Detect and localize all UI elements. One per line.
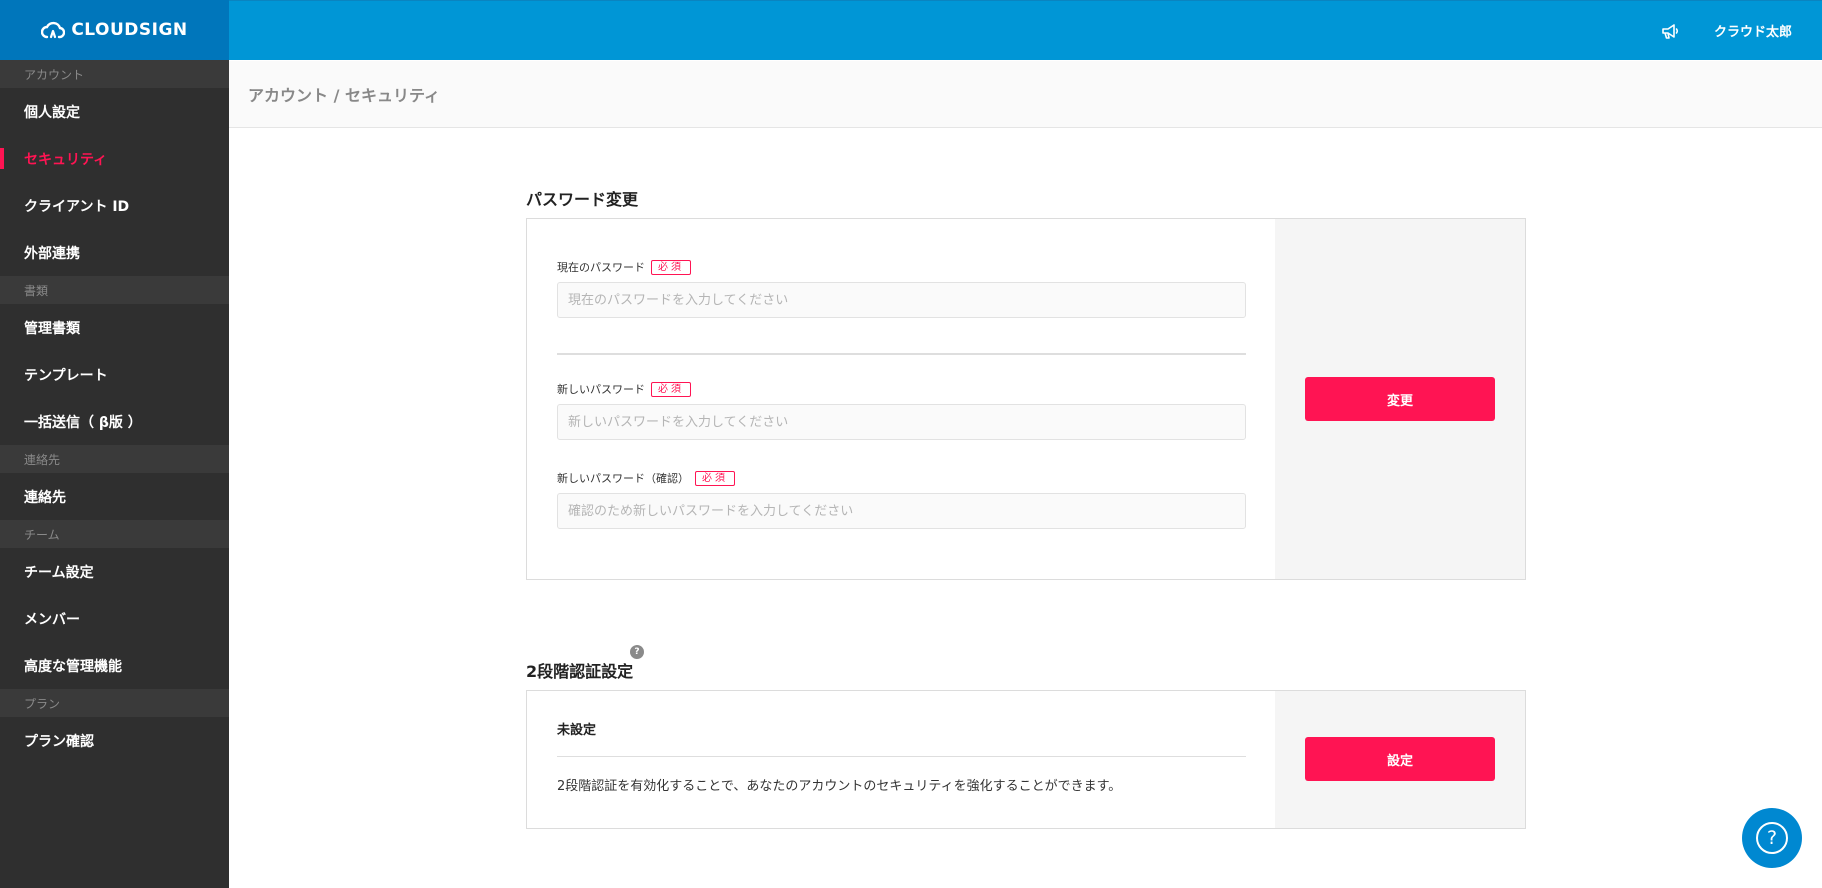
new-password-input[interactable] — [557, 404, 1246, 440]
breadcrumb-bar: アカウント / セキュリティ — [229, 61, 1822, 128]
help-chat-button[interactable]: ? — [1742, 808, 1802, 868]
sidebar-section-contacts: 連絡先 連絡先 — [0, 445, 229, 520]
sidebar-item-personal-settings[interactable]: 個人設定 — [0, 88, 229, 135]
logo[interactable]: CLOUDSIGN — [0, 0, 229, 60]
two-factor-action-panel: 設定 — [1275, 691, 1525, 828]
two-factor-status: 未設定 — [557, 723, 597, 738]
two-factor-description: 2段階認証を有効化することで、あなたのアカウントのセキュリティを強化することがで… — [557, 779, 1122, 794]
sidebar-item-security[interactable]: セキュリティ — [0, 135, 229, 182]
new-password-label-text: 新しいパスワード — [557, 383, 645, 396]
current-password-label: 現在のパスワード 必須 — [557, 259, 691, 275]
section-header-team: チーム — [0, 520, 229, 548]
section-header-plan: プラン — [0, 689, 229, 717]
question-mark-icon: ? — [1756, 822, 1788, 854]
sidebar-item-plan-check[interactable]: プラン確認 — [0, 717, 229, 764]
sidebar-section-team: チーム チーム設定 メンバー 高度な管理機能 — [0, 520, 229, 689]
password-change-card: 現在のパスワード 必須 新しいパスワード 必須 新しいパスワード（確認） 必須 … — [526, 218, 1526, 580]
confirm-password-input[interactable] — [557, 493, 1246, 529]
password-change-title: パスワード変更 — [526, 190, 639, 209]
section-header-contacts: 連絡先 — [0, 445, 229, 473]
current-password-label-text: 現在のパスワード — [557, 261, 645, 274]
top-bar: クラウド太郎 — [229, 0, 1822, 60]
required-badge: 必須 — [651, 259, 691, 275]
section-header-account: アカウント — [0, 60, 229, 88]
sidebar: CLOUDSIGN アカウント 個人設定 セキュリティ クライアント ID 外部… — [0, 0, 229, 888]
user-menu[interactable]: クラウド太郎 — [1714, 21, 1792, 40]
sidebar-item-bulk-send[interactable]: 一括送信（ β版 ） — [0, 398, 229, 445]
two-factor-card: 未設定 2段階認証を有効化することで、あなたのアカウントのセキュリティを強化する… — [526, 690, 1526, 829]
sidebar-item-members[interactable]: メンバー — [0, 595, 229, 642]
breadcrumb: アカウント / セキュリティ — [248, 86, 441, 105]
password-action-panel: 変更 — [1275, 219, 1525, 579]
two-factor-setup-button[interactable]: 設定 — [1305, 737, 1495, 781]
sidebar-item-managed-documents[interactable]: 管理書類 — [0, 304, 229, 351]
sidebar-item-team-settings[interactable]: チーム設定 — [0, 548, 229, 595]
logo-text: CLOUDSIGN — [71, 20, 188, 40]
new-password-label: 新しいパスワード 必須 — [557, 381, 691, 397]
sidebar-item-templates[interactable]: テンプレート — [0, 351, 229, 398]
current-password-input[interactable] — [557, 282, 1246, 318]
sidebar-item-contacts[interactable]: 連絡先 — [0, 473, 229, 520]
section-header-documents: 書類 — [0, 276, 229, 304]
sidebar-section-account: アカウント 個人設定 セキュリティ クライアント ID 外部連携 — [0, 60, 229, 276]
divider — [557, 353, 1246, 355]
sidebar-section-documents: 書類 管理書類 テンプレート 一括送信（ β版 ） — [0, 276, 229, 445]
confirm-password-label-text: 新しいパスワード（確認） — [557, 472, 689, 485]
megaphone-icon[interactable] — [1660, 22, 1680, 42]
sidebar-item-advanced-admin[interactable]: 高度な管理機能 — [0, 642, 229, 689]
help-question-icon[interactable]: ? — [630, 645, 644, 659]
sidebar-item-external-integration[interactable]: 外部連携 — [0, 229, 229, 276]
cloud-logo-icon — [41, 21, 66, 39]
confirm-password-label: 新しいパスワード（確認） 必須 — [557, 470, 735, 486]
change-password-button[interactable]: 変更 — [1305, 377, 1495, 421]
required-badge: 必須 — [651, 381, 691, 397]
two-factor-title: 2段階認証設定 — [526, 662, 634, 681]
sidebar-section-plan: プラン プラン確認 — [0, 689, 229, 764]
required-badge: 必須 — [695, 470, 735, 486]
divider — [557, 756, 1246, 757]
sidebar-item-client-id[interactable]: クライアント ID — [0, 182, 229, 229]
